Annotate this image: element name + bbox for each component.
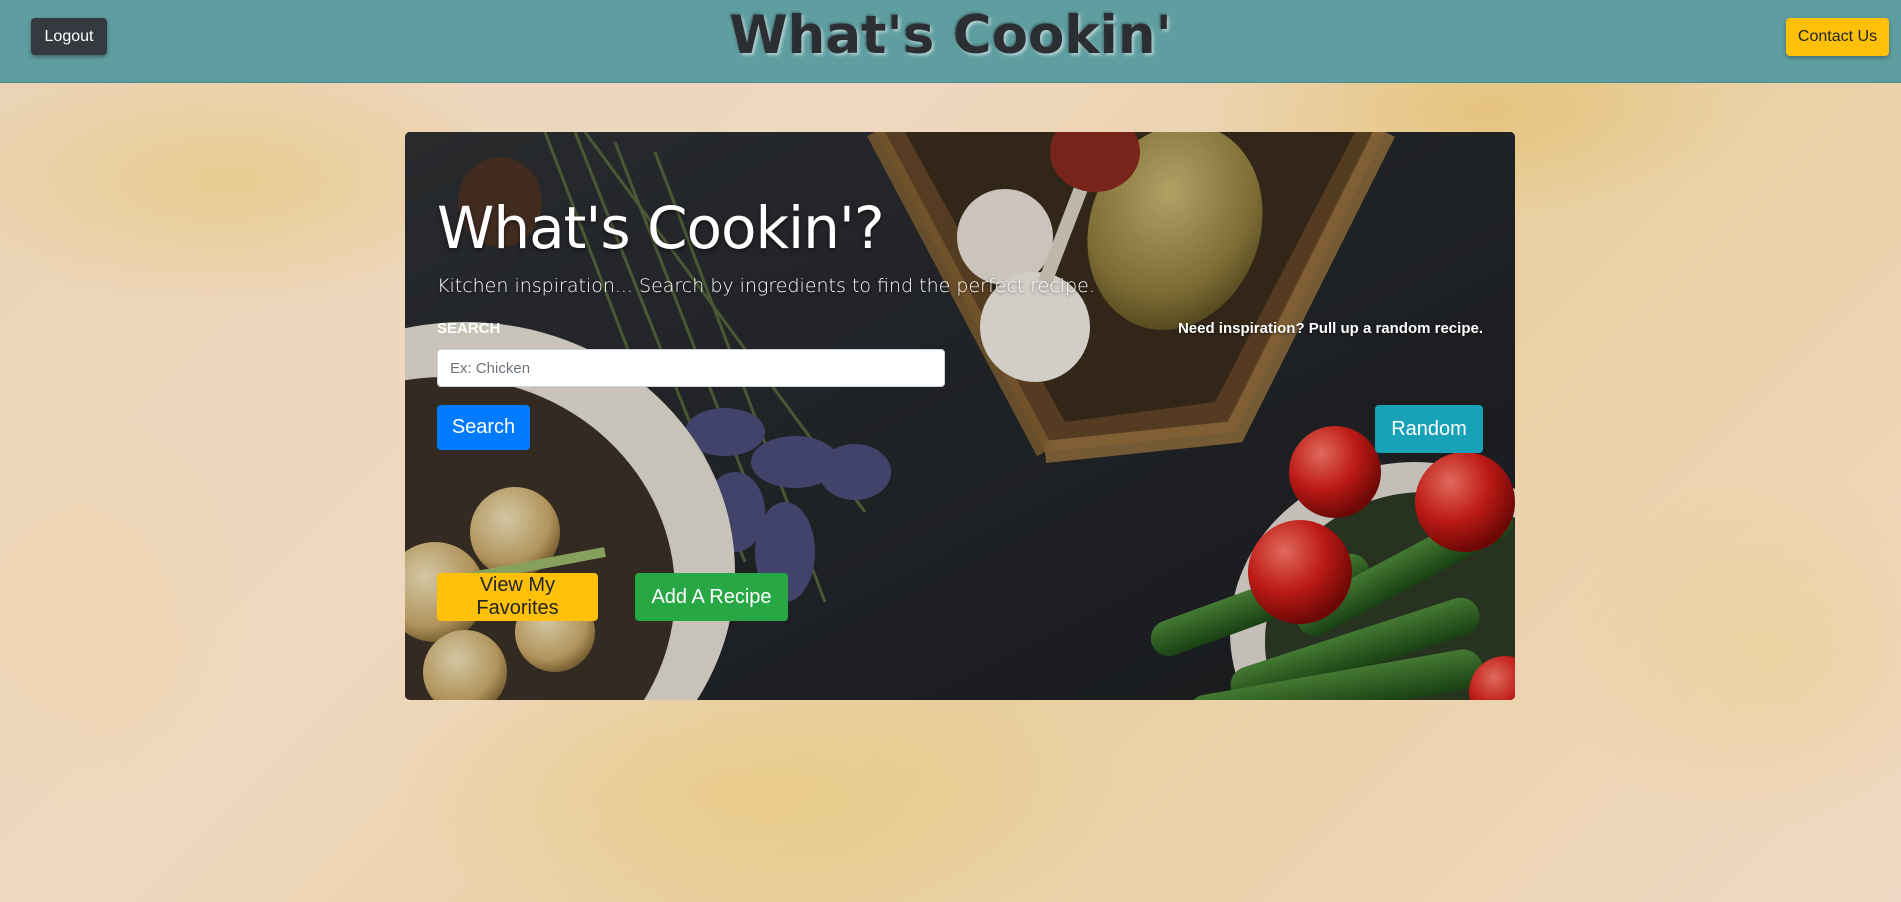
hero-title: What's Cookin'? xyxy=(437,194,885,262)
search-label: SEARCH xyxy=(437,320,501,337)
random-recipe-button[interactable]: Random xyxy=(1375,405,1483,453)
contact-us-button[interactable]: Contact Us xyxy=(1786,18,1889,56)
top-navbar: Logout What's Cookin' Contact Us xyxy=(0,0,1901,83)
search-button[interactable]: Search xyxy=(437,405,530,450)
hero-subtitle: Kitchen inspiration... Search by ingredi… xyxy=(437,275,1095,297)
view-favorites-button[interactable]: View My Favorites xyxy=(437,573,598,621)
site-title: What's Cookin' xyxy=(729,5,1172,66)
random-prompt-text: Need inspiration? Pull up a random recip… xyxy=(1177,320,1483,337)
search-input[interactable] xyxy=(437,349,945,387)
add-recipe-button[interactable]: Add A Recipe xyxy=(635,573,788,621)
hero-jumbotron: What's Cookin'? Kitchen inspiration... S… xyxy=(405,132,1515,700)
